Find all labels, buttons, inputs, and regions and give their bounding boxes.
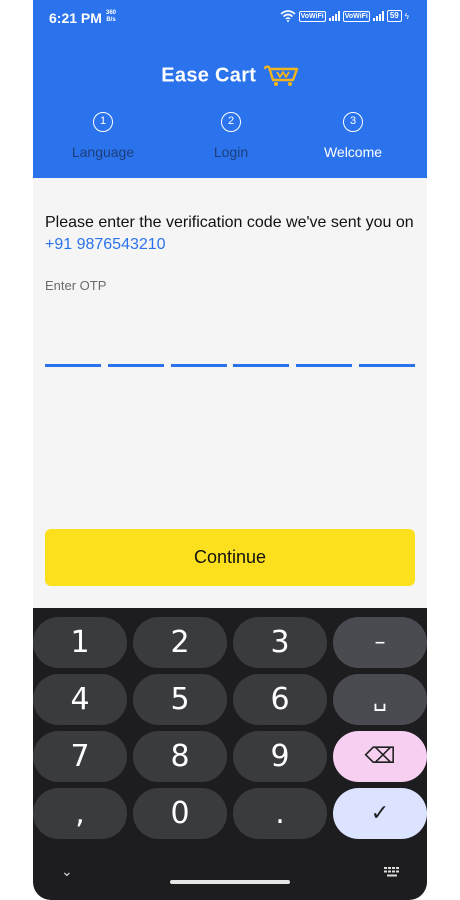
- done-key[interactable]: ✓: [333, 788, 427, 839]
- step-login: 2 Login: [176, 112, 286, 160]
- verification-message: Please enter the verification code we've…: [45, 212, 415, 256]
- status-time: 6:21 PM: [49, 10, 102, 26]
- chevron-down-icon[interactable]: ⌄: [61, 864, 73, 880]
- key-6[interactable]: 6: [233, 674, 327, 725]
- signal-icon-1: [328, 11, 340, 21]
- key-9[interactable]: 9: [233, 731, 327, 782]
- phone-number-link[interactable]: +91 9876543210: [45, 236, 166, 253]
- numeric-keyboard: 1 2 3 – 4 5 6 ␣ 7 8 9 ⌫ , 0 . ✓ ⌄: [33, 608, 427, 900]
- step-label: Login: [213, 144, 249, 160]
- key-2[interactable]: 2: [133, 617, 227, 668]
- step-language: 1 Language: [48, 112, 158, 160]
- battery-icon: 59: [386, 10, 402, 22]
- charging-icon: ϟ: [404, 11, 409, 21]
- keyboard-switch-icon[interactable]: [383, 866, 401, 878]
- otp-content: Please enter the verification code we've…: [33, 178, 427, 608]
- key-space[interactable]: ␣: [333, 674, 427, 725]
- otp-digit-input[interactable]: [107, 364, 164, 367]
- key-0[interactable]: 0: [133, 788, 227, 839]
- key-8[interactable]: 8: [133, 731, 227, 782]
- app-header: 6:21 PM 360 B/s VoWiFi VoWiFi 59 ϟ Ease …: [33, 0, 427, 178]
- vowifi-badge-1: VoWiFi: [298, 10, 326, 22]
- brand-name: Ease Cart: [161, 64, 257, 87]
- otp-digit-input[interactable]: [358, 364, 415, 367]
- step-number: 3: [343, 112, 363, 132]
- progress-steps: 1 Language 2 Login 3 Welcome: [33, 112, 427, 172]
- step-welcome: 3 Welcome: [298, 112, 408, 160]
- key-7[interactable]: 7: [33, 731, 127, 782]
- otp-input-group: [45, 364, 415, 367]
- network-speed: 360 B/s: [106, 10, 116, 24]
- step-number: 1: [93, 112, 113, 132]
- signal-icon-2: [372, 11, 384, 21]
- key-4[interactable]: 4: [33, 674, 127, 725]
- key-period[interactable]: .: [233, 788, 327, 839]
- step-number: 2: [221, 112, 241, 132]
- wifi-icon: [280, 10, 296, 22]
- status-icons: VoWiFi VoWiFi 59 ϟ: [280, 10, 409, 22]
- phone-screen: 6:21 PM 360 B/s VoWiFi VoWiFi 59 ϟ Ease …: [33, 0, 427, 900]
- continue-button[interactable]: Continue: [45, 529, 415, 586]
- gesture-nav-handle[interactable]: [170, 880, 290, 884]
- otp-digit-input[interactable]: [45, 364, 101, 367]
- cart-icon: [263, 65, 298, 86]
- network-speed-unit: B/s: [106, 17, 116, 23]
- otp-label: Enter OTP: [45, 278, 107, 293]
- step-label: Welcome: [323, 144, 383, 160]
- key-1[interactable]: 1: [33, 617, 127, 668]
- keyboard-nav-bar: ⌄: [33, 856, 427, 900]
- backspace-key[interactable]: ⌫: [333, 731, 427, 782]
- otp-digit-input[interactable]: [170, 364, 227, 367]
- key-minus[interactable]: –: [333, 617, 427, 668]
- verification-text: Please enter the verification code we've…: [45, 214, 414, 231]
- status-bar: 6:21 PM 360 B/s VoWiFi VoWiFi 59 ϟ: [33, 0, 427, 34]
- network-speed-value: 360: [106, 10, 117, 16]
- vowifi-badge-2: VoWiFi: [342, 10, 370, 22]
- otp-digit-input[interactable]: [233, 364, 290, 367]
- key-comma[interactable]: ,: [33, 788, 127, 839]
- brand-logo: Ease Cart: [33, 64, 427, 88]
- key-5[interactable]: 5: [133, 674, 227, 725]
- step-label: Language: [71, 144, 135, 160]
- key-3[interactable]: 3: [233, 617, 327, 668]
- otp-digit-input[interactable]: [296, 364, 353, 367]
